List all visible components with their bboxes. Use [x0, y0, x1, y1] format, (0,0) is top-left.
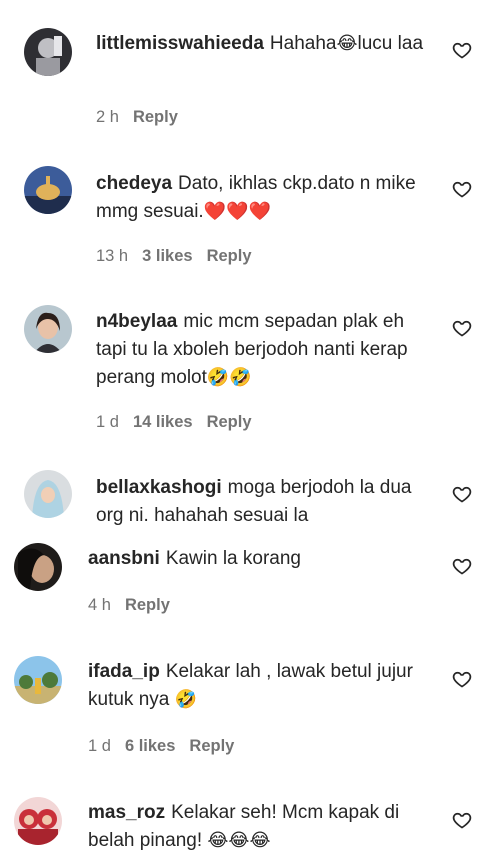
- heart-icon[interactable]: [452, 810, 472, 830]
- comment-emoji: 🤣: [174, 689, 198, 710]
- comment-username[interactable]: mas_roz: [88, 802, 165, 823]
- likes-count[interactable]: 3 likes: [142, 247, 192, 265]
- reply-button[interactable]: Reply: [189, 737, 234, 755]
- comment-text: ifada_ip Kelakar lah , lawak betul jujur …: [88, 658, 428, 714]
- comment-text: littlemisswahieeda Hahaha😂lucu laa: [96, 30, 426, 58]
- comment-body-after: lucu laa: [357, 33, 424, 54]
- comment-body: Hahaha: [269, 33, 337, 54]
- heart-icon[interactable]: [452, 556, 472, 576]
- comment-time: 1 d: [88, 737, 111, 755]
- heart-icon[interactable]: [452, 484, 472, 504]
- comment-meta: 4 h Reply: [88, 596, 184, 615]
- reply-button[interactable]: Reply: [125, 596, 170, 614]
- heart-icon[interactable]: [452, 179, 472, 199]
- reply-button[interactable]: Reply: [207, 413, 252, 431]
- avatar[interactable]: [24, 305, 72, 353]
- comment-text: chedeya Dato, ikhlas ckp.dato n mike mmg …: [96, 170, 426, 226]
- reply-button[interactable]: Reply: [133, 108, 178, 126]
- avatar[interactable]: [24, 28, 72, 76]
- comment-meta: 13 h 3 likes Reply: [96, 247, 266, 266]
- comment-meta: 1 d 6 likes Reply: [88, 737, 248, 756]
- comment-text: mas_roz Kelakar seh! Mcm kapak di belah p…: [88, 799, 428, 855]
- comment-username[interactable]: aansbni: [88, 548, 160, 569]
- likes-count[interactable]: 14 likes: [133, 413, 193, 431]
- comment-meta: 1 d 14 likes Reply: [96, 413, 266, 432]
- comment-emoji: 😂: [336, 33, 358, 54]
- comment-time: 2 h: [96, 108, 119, 126]
- avatar[interactable]: [24, 166, 72, 214]
- avatar[interactable]: [14, 656, 62, 704]
- comment-username[interactable]: chedeya: [96, 173, 172, 194]
- comment-text: bellaxkashogi moga berjodoh la dua org ni…: [96, 474, 436, 530]
- comment-time: 1 d: [96, 413, 119, 431]
- avatar[interactable]: [14, 543, 62, 591]
- avatar[interactable]: [14, 797, 62, 845]
- comment-username[interactable]: ifada_ip: [88, 661, 160, 682]
- reply-button[interactable]: Reply: [207, 247, 252, 265]
- comment-username[interactable]: bellaxkashogi: [96, 477, 222, 498]
- comment-text: n4beylaa mic mcm sepadan plak eh tapi tu …: [96, 308, 436, 392]
- heart-icon[interactable]: [452, 40, 472, 60]
- comment-emoji: ❤️❤️❤️: [203, 201, 271, 222]
- comment-text: aansbni Kawin la korang: [88, 545, 428, 573]
- avatar[interactable]: [24, 470, 72, 518]
- comment-time: 13 h: [96, 247, 129, 265]
- comment-time: 4 h: [88, 596, 111, 614]
- heart-icon[interactable]: [452, 318, 472, 338]
- comment-emoji: 🤣🤣: [206, 367, 252, 388]
- comment-username[interactable]: n4beylaa: [96, 311, 177, 332]
- comment-emoji: 😂😂😂: [207, 830, 271, 851]
- comment-meta: 2 h Reply: [96, 108, 192, 127]
- heart-icon[interactable]: [452, 669, 472, 689]
- comment-username[interactable]: littlemisswahieeda: [96, 33, 264, 54]
- comment-body: Kawin la korang: [165, 548, 302, 569]
- likes-count[interactable]: 6 likes: [125, 737, 175, 755]
